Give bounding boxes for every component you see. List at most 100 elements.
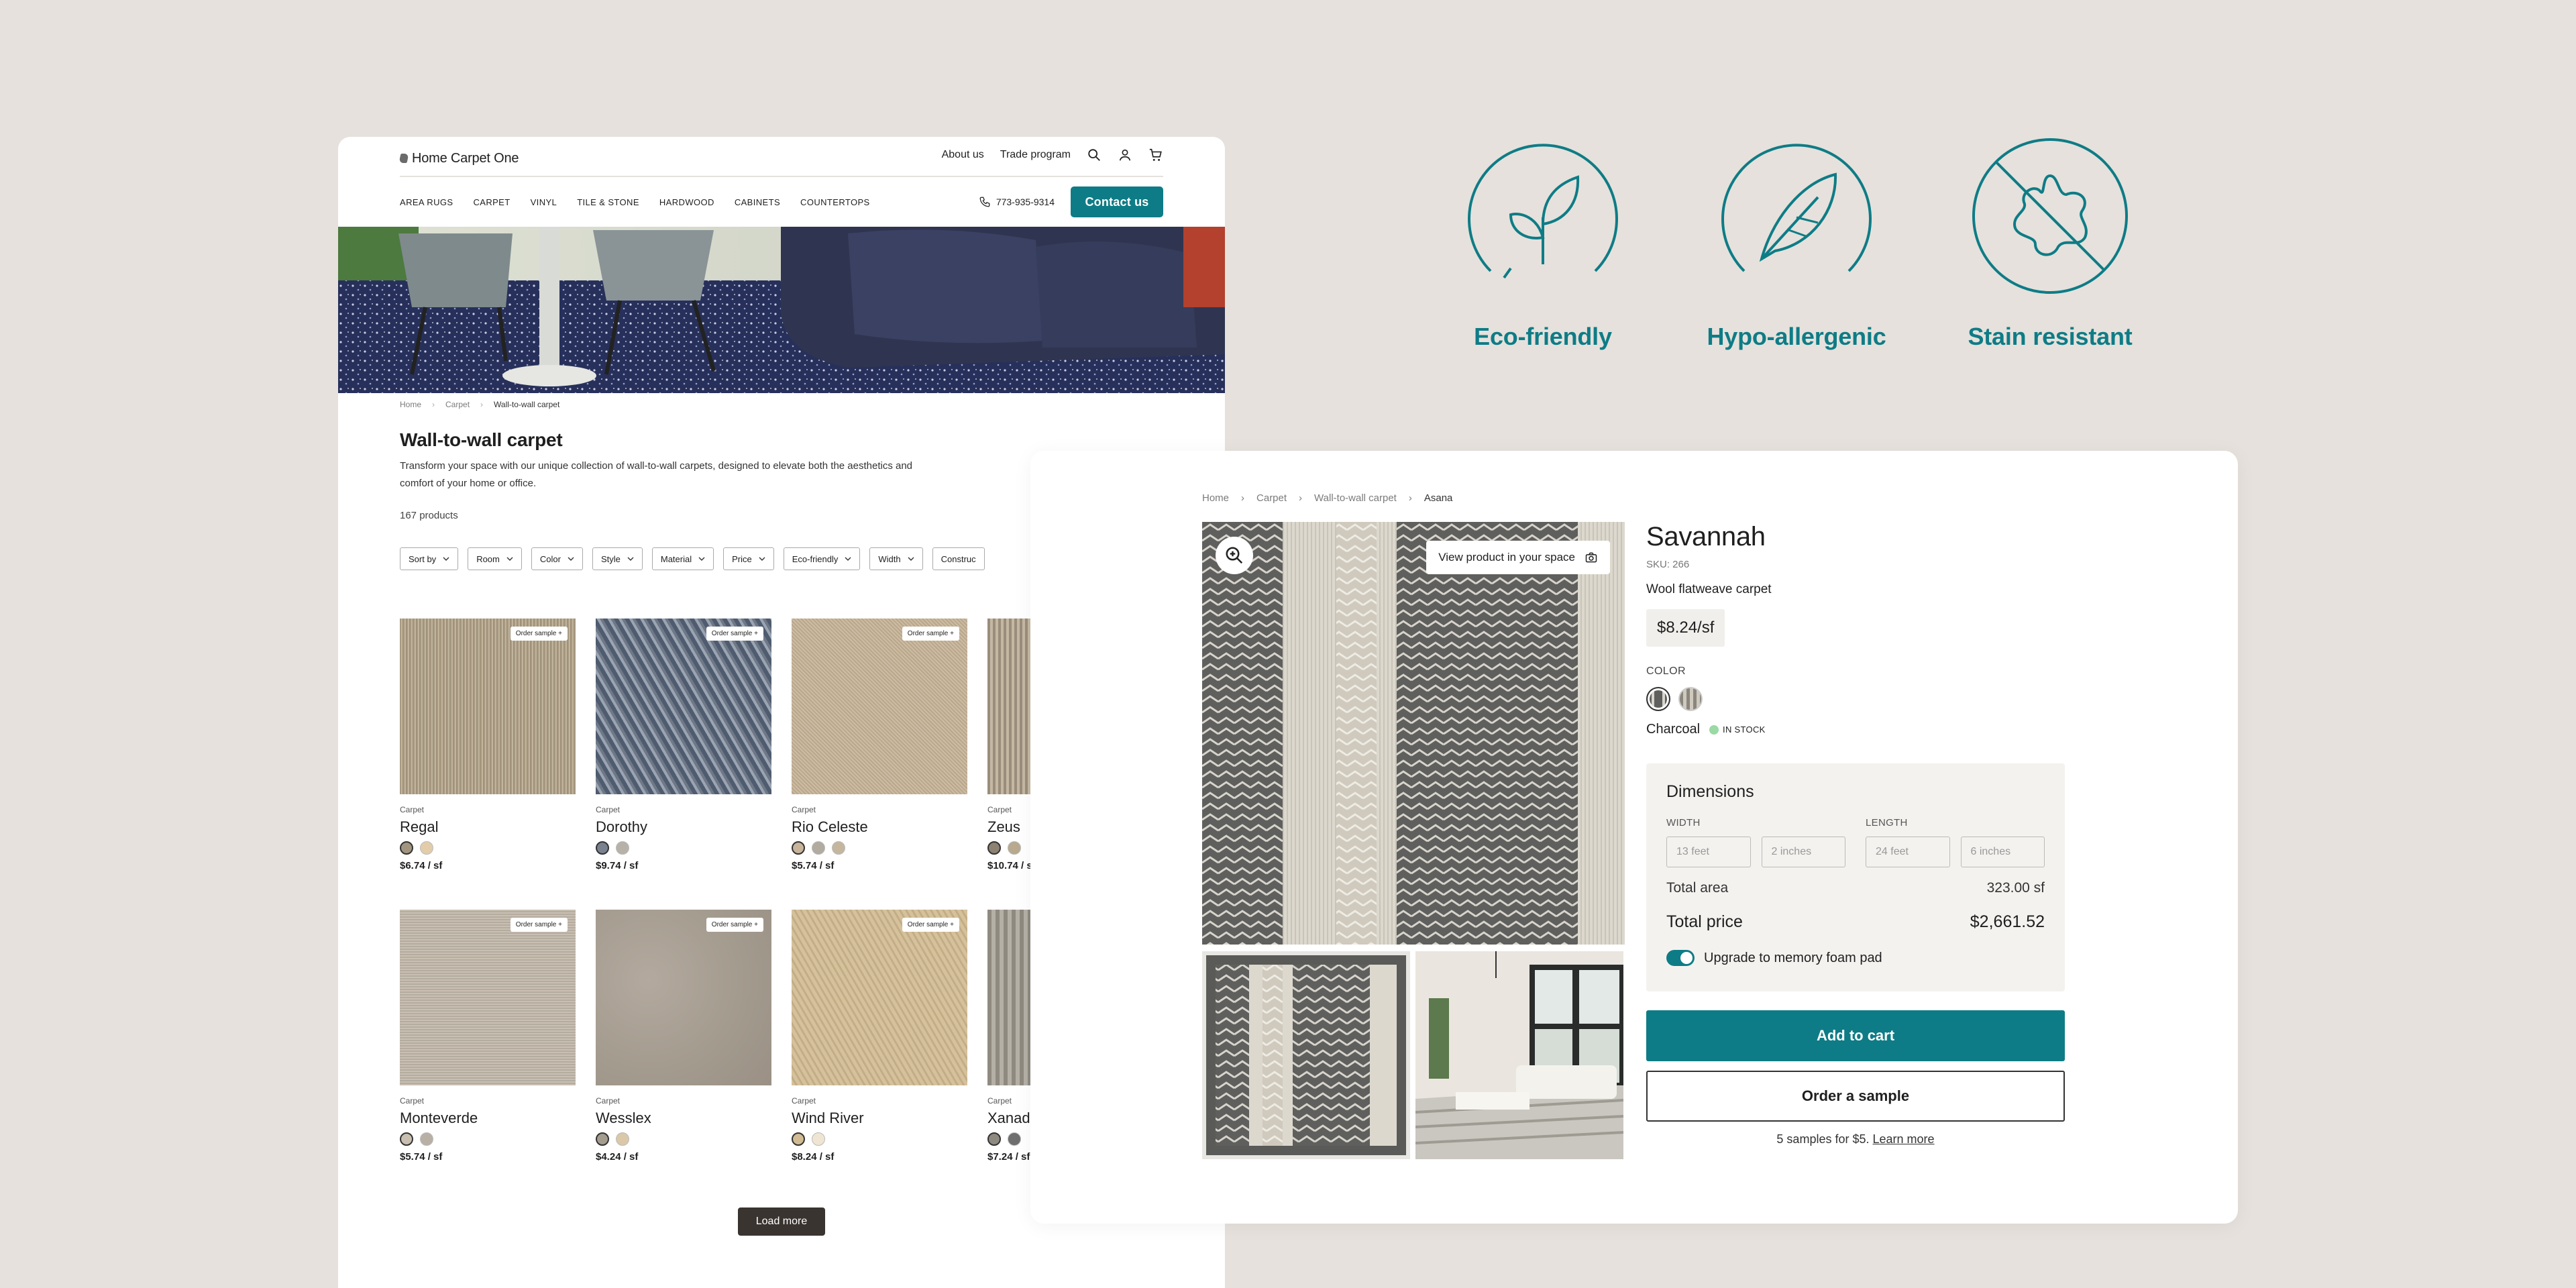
filter-construction[interactable]: Construc: [932, 547, 985, 570]
product-image[interactable]: Order sample +: [792, 910, 967, 1085]
filter-bar: Sort by Room Color Style Material Price …: [400, 547, 985, 570]
order-sample-chip[interactable]: Order sample +: [510, 918, 568, 932]
color-dot[interactable]: [596, 841, 609, 855]
thumbnail-rug[interactable]: [1202, 951, 1410, 1159]
add-to-cart-button[interactable]: Add to cart: [1646, 1010, 2065, 1061]
color-dot[interactable]: [420, 1132, 433, 1146]
about-link[interactable]: About us: [942, 149, 984, 161]
color-dot[interactable]: [832, 841, 845, 855]
product-count: 167 products: [400, 510, 458, 521]
color-dot[interactable]: [596, 1132, 609, 1146]
nav-tile-stone[interactable]: TILE & STONE: [577, 197, 639, 207]
filter-material[interactable]: Material: [651, 547, 714, 570]
color-dot[interactable]: [1008, 1132, 1021, 1146]
order-sample-chip[interactable]: Order sample +: [706, 918, 763, 932]
color-dot[interactable]: [400, 841, 413, 855]
length-inches-input[interactable]: 6 inches: [1960, 837, 2045, 867]
product-image[interactable]: Order sample +: [400, 910, 576, 1085]
nav-area-rugs[interactable]: AREA RUGS: [400, 197, 453, 207]
product-name[interactable]: Regal: [400, 818, 576, 836]
color-dot[interactable]: [420, 841, 433, 855]
breadcrumb-wall-to-wall[interactable]: Wall-to-wall carpet: [1314, 492, 1397, 504]
filter-sort-by[interactable]: Sort by: [400, 547, 459, 570]
product-price: $4.24 / sf: [596, 1151, 639, 1163]
nav-countertops[interactable]: COUNTERTOPS: [800, 197, 870, 207]
learn-more-link[interactable]: Learn more: [1873, 1132, 1935, 1146]
product-name[interactable]: Wesslex: [596, 1110, 771, 1127]
order-sample-chip[interactable]: Order sample +: [706, 627, 763, 641]
color-dot[interactable]: [400, 1132, 413, 1146]
color-dot[interactable]: [792, 841, 805, 855]
product-card[interactable]: Order sample + Carpet Wesslex $4.24 / sf: [596, 910, 771, 1163]
breadcrumb-chevron-icon: ›: [1408, 492, 1412, 504]
breadcrumb-home[interactable]: Home: [1202, 492, 1229, 504]
filter-price[interactable]: Price: [723, 547, 774, 570]
product-card[interactable]: Order sample + Carpet Wind River $8.24 / sf: [792, 910, 967, 1163]
product-price: $6.74 / sf: [400, 860, 443, 871]
logo[interactable]: Home Carpet One: [398, 146, 519, 170]
main-product-image[interactable]: View product in your space: [1202, 522, 1625, 945]
color-dot[interactable]: [1008, 841, 1021, 855]
color-dot[interactable]: [792, 1132, 805, 1146]
product-image[interactable]: Order sample +: [792, 619, 967, 794]
zoom-button[interactable]: [1216, 537, 1253, 574]
nav-carpet[interactable]: CARPET: [473, 197, 510, 207]
order-sample-button[interactable]: Order a sample: [1646, 1071, 2065, 1122]
product-card[interactable]: Order sample + Carpet Regal $6.74 / sf: [400, 619, 576, 871]
upgrade-pad-toggle[interactable]: [1666, 950, 1695, 966]
product-card[interactable]: Order sample + Carpet Rio Celeste $5.74 / s…: [792, 619, 967, 871]
product-category: Carpet: [596, 805, 621, 814]
phone-number: 773-935-9314: [996, 197, 1055, 207]
filter-eco-friendly[interactable]: Eco-friendly: [783, 547, 861, 570]
swatch-charcoal[interactable]: [1646, 687, 1670, 711]
nav-vinyl[interactable]: VINYL: [531, 197, 557, 207]
product-image[interactable]: Order sample +: [596, 910, 771, 1085]
order-sample-chip[interactable]: Order sample +: [902, 627, 959, 641]
view-in-space-button[interactable]: View product in your space: [1426, 541, 1610, 574]
contact-us-button[interactable]: Contact us: [1071, 186, 1163, 217]
product-color-options: [792, 1132, 967, 1146]
color-dot[interactable]: [616, 841, 629, 855]
search-icon[interactable]: [1087, 148, 1102, 162]
nav-cabinets[interactable]: CABINETS: [735, 197, 780, 207]
breadcrumb-carpet[interactable]: Carpet: [1256, 492, 1287, 504]
breadcrumb-carpet[interactable]: Carpet: [445, 400, 470, 409]
cart-icon[interactable]: [1148, 148, 1163, 162]
order-sample-chip[interactable]: Order sample +: [902, 918, 959, 932]
phone-link[interactable]: 773-935-9314: [979, 196, 1055, 208]
thumbnail-room[interactable]: [1415, 951, 1623, 1159]
chevron-down-icon: [845, 557, 851, 561]
color-dot[interactable]: [987, 841, 1001, 855]
breadcrumb-chevron-icon: ›: [1241, 492, 1245, 504]
filter-color[interactable]: Color: [531, 547, 583, 570]
product-color-options: [596, 841, 771, 855]
breadcrumb-home[interactable]: Home: [400, 400, 421, 409]
breadcrumb-current: Wall-to-wall carpet: [494, 400, 560, 409]
chevron-down-icon: [627, 557, 634, 561]
product-card[interactable]: Order sample + Carpet Monteverde $5.74 / sf: [400, 910, 576, 1163]
filter-style[interactable]: Style: [592, 547, 643, 570]
product-image[interactable]: Order sample +: [596, 619, 771, 794]
swatch-alt[interactable]: [1678, 687, 1703, 711]
filter-width[interactable]: Width: [869, 547, 923, 570]
order-sample-chip[interactable]: Order sample +: [510, 627, 568, 641]
filter-room[interactable]: Room: [468, 547, 522, 570]
length-feet-input[interactable]: 24 feet: [1866, 837, 1950, 867]
nav-hardwood[interactable]: HARDWOOD: [659, 197, 714, 207]
width-inches-input[interactable]: 2 inches: [1761, 837, 1845, 867]
trade-program-link[interactable]: Trade program: [1000, 149, 1071, 161]
product-card[interactable]: Order sample + Carpet Dorothy $9.74 / sf: [596, 619, 771, 871]
product-name[interactable]: Monteverde: [400, 1110, 576, 1127]
color-dot[interactable]: [987, 1132, 1001, 1146]
product-name[interactable]: Dorothy: [596, 818, 771, 836]
product-name[interactable]: Wind River: [792, 1110, 967, 1127]
color-dot[interactable]: [812, 841, 825, 855]
feature-label: Eco-friendly: [1474, 323, 1612, 350]
product-name[interactable]: Rio Celeste: [792, 818, 967, 836]
color-dot[interactable]: [812, 1132, 825, 1146]
load-more-button[interactable]: Load more: [738, 1208, 825, 1236]
color-dot[interactable]: [616, 1132, 629, 1146]
account-icon[interactable]: [1118, 148, 1132, 162]
product-image[interactable]: Order sample +: [400, 619, 576, 794]
width-feet-input[interactable]: 13 feet: [1666, 837, 1751, 867]
